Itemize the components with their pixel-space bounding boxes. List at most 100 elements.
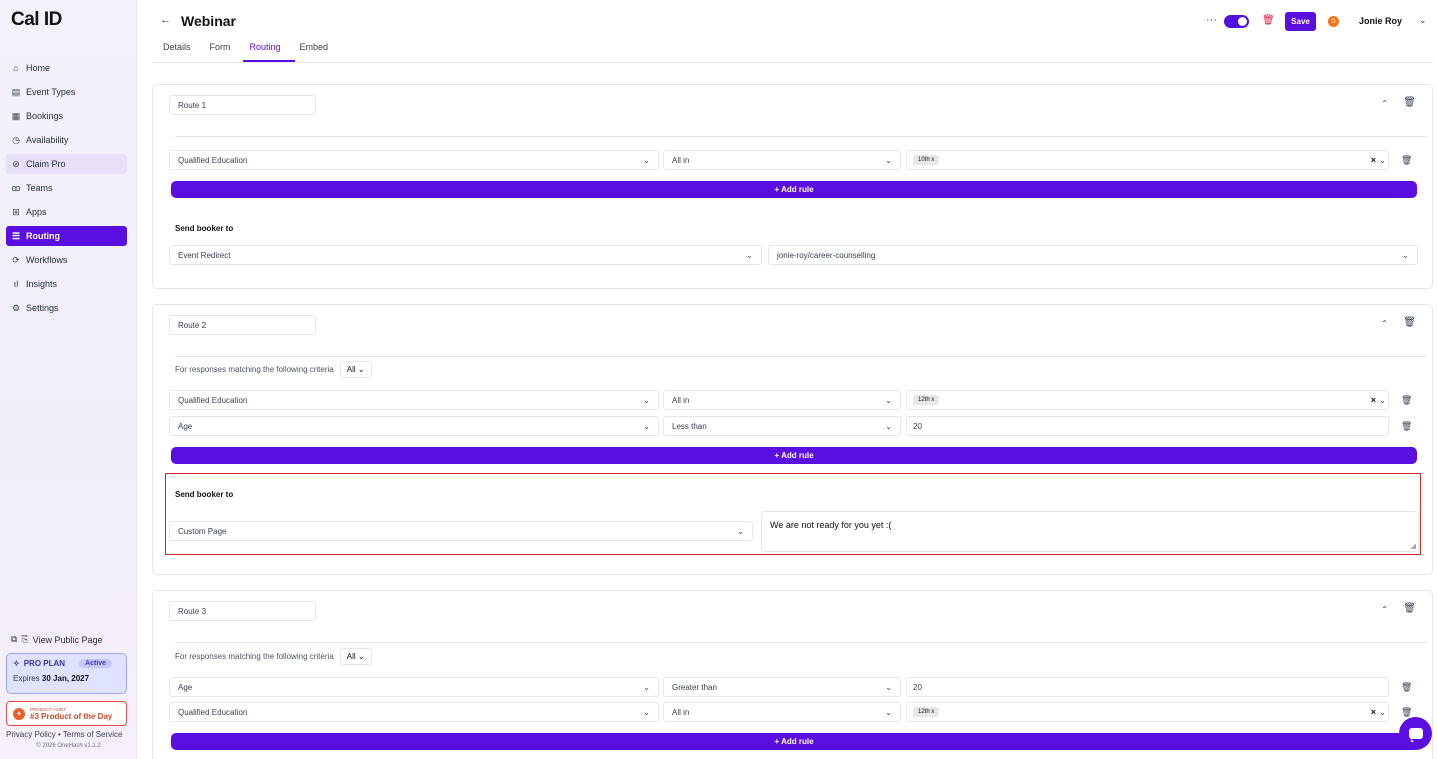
sidebar-item-bookings[interactable]: ▦ Bookings [6,106,127,126]
delete-rule-icon[interactable]: 🗑︎ [1401,395,1412,406]
tabs: Details Form Routing Embed [163,42,347,52]
tab-details[interactable]: Details [163,42,191,52]
tab-routing[interactable]: Routing [250,42,281,52]
resize-handle-icon[interactable]: ◢ [1411,542,1416,550]
route-card-1: Route 1 ⌃ 🗑︎ Qualified Education ⌄ All in… [152,84,1433,289]
criteria-row: For responses matching the following cri… [175,648,372,665]
value-chip[interactable]: 12th x [913,395,940,405]
add-rule-button[interactable]: + Add rule [171,181,1417,198]
chevron-down-icon[interactable]: ⌄ [1379,708,1386,717]
send-type-select[interactable]: Custom Page ⌄ [169,521,753,541]
avatar[interactable]: G [1328,16,1339,27]
plan-status-badge: Active [79,659,113,668]
clear-icon[interactable]: × [1371,155,1376,165]
custom-message-textarea[interactable]: We are not ready for you yet :(◢ [761,511,1419,552]
sparkle-icon: ✧ [13,659,20,668]
sidebar: Cal ID ⌂ Home ▤ Event Types ▦ Bookings ◷ Ava… [0,0,137,759]
chat-support-button[interactable] [1399,717,1432,750]
delete-rule-icon[interactable]: 🗑︎ [1401,155,1412,166]
clear-icon[interactable]: × [1371,395,1376,405]
chevron-up-icon[interactable]: ⌃ [1381,605,1388,614]
delete-rule-icon[interactable]: 🗑︎ [1401,682,1412,693]
delete-form-icon[interactable]: 🗑︎ [1262,15,1275,26]
send-booker-title: Send booker to [175,490,234,499]
route-name-input[interactable]: Route 1 [169,95,316,115]
rule-operator-select[interactable]: All in ⌄ [663,390,901,410]
sidebar-item-routing[interactable]: ☰ Routing [6,226,127,246]
plan-expiry-date: 30 Jan, 2027 [41,674,90,683]
enabled-toggle[interactable] [1224,15,1249,28]
rule-value-input[interactable]: 20 [906,416,1389,436]
sidebar-item-workflows[interactable]: ⟳ Workflows [6,250,127,270]
delete-rule-icon[interactable]: 🗑︎ [1401,707,1412,718]
rule-field-select[interactable]: Age ⌄ [169,677,659,697]
clear-icon[interactable]: × [1371,707,1376,717]
sidebar-item-availability[interactable]: ◷ Availability [6,130,127,150]
product-hunt-badge[interactable]: ✦ PRODUCT HUNT #3 Product of the Day [6,701,127,726]
match-all-select[interactable]: All ⌄ [339,361,372,378]
trash-icon[interactable]: 🗑︎ [1403,603,1416,614]
page-title: Webinar [181,13,236,29]
home-icon: ⌂ [13,63,19,73]
user-name[interactable]: Jonie Roy [1359,16,1402,26]
footer-links[interactable]: Privacy Policy • Terms of Service [6,730,122,739]
add-rule-button[interactable]: + Add rule [171,447,1417,464]
delete-rule-icon[interactable]: 🗑︎ [1401,421,1412,432]
rule-value-input[interactable]: 20 [906,677,1389,697]
back-arrow-icon[interactable]: ← [160,14,171,26]
tab-embed[interactable]: Embed [300,42,329,52]
save-button[interactable]: Save [1285,12,1316,31]
sidebar-item-claim-pro[interactable]: ⊘ Claim Pro [6,154,127,174]
more-options-icon[interactable]: ··· [1206,14,1217,26]
chevron-down-icon: ⌄ [643,682,650,692]
rule-operator-select[interactable]: Greater than ⌄ [663,677,901,697]
rule-field-select[interactable]: Age ⌄ [169,416,659,436]
pro-plan-card[interactable]: ✧ PRO PLAN Active Expires 30 Jan, 2027 [6,653,127,694]
rule-operator-select[interactable]: Less than ⌄ [663,416,901,436]
route-name-input[interactable]: Route 3 [169,601,316,621]
chevron-down-icon[interactable]: ⌄ [1379,396,1386,405]
rule-value-multiselect[interactable]: 12th x × ⌄ [906,702,1389,722]
trash-icon[interactable]: 🗑︎ [1403,97,1416,108]
tab-form[interactable]: Form [210,42,231,52]
add-rule-button[interactable]: + Add rule [171,733,1417,750]
rule-field-select[interactable]: Qualified Education ⌄ [169,702,659,722]
chevron-down-icon: ⌄ [885,155,892,165]
chevron-down-icon: ⌄ [643,395,650,405]
sidebar-item-teams[interactable]: ꝏ Teams [6,178,127,198]
sidebar-item-event-types[interactable]: ▤ Event Types [6,82,127,102]
chevron-down-icon: ⌄ [357,365,365,374]
value-chip[interactable]: 10th x [913,155,940,165]
trash-icon[interactable]: 🗑︎ [1403,317,1416,328]
workflows-icon: ⟳ [12,254,20,265]
clock-icon: ◷ [12,134,20,145]
rule-field-select[interactable]: Qualified Education ⌄ [169,390,659,410]
external-link-icon: ⧉ [11,634,18,644]
medal-icon: ✦ [13,707,25,720]
chevron-up-icon[interactable]: ⌃ [1381,319,1388,328]
chevron-down-icon[interactable]: ⌄ [1419,15,1427,26]
sidebar-item-home[interactable]: ⌂ Home [6,58,127,78]
divider [175,356,1427,357]
app-logo[interactable]: Cal ID [11,9,62,31]
sidebar-item-insights[interactable]: ıl Insights [6,274,127,294]
rule-value-multiselect[interactable]: 12th x × ⌄ [906,390,1389,410]
chevron-up-icon[interactable]: ⌃ [1381,99,1388,108]
rule-value-multiselect[interactable]: 10th x × ⌄ [906,150,1389,170]
rule-operator-select[interactable]: All in ⌄ [663,702,901,722]
chevron-down-icon[interactable]: ⌄ [1379,156,1386,165]
routing-icon: ☰ [11,230,21,241]
sidebar-item-apps[interactable]: ⊞ Apps [6,202,127,222]
route-name-input[interactable]: Route 2 [169,315,316,335]
chevron-down-icon: ⌄ [885,707,892,717]
rule-field-select[interactable]: Qualified Education ⌄ [169,150,659,170]
copyright: © 2026 OneHash v1.1.2 [36,743,101,749]
value-chip[interactable]: 12th x [913,707,940,717]
view-public-page-link[interactable]: ⧉ ⎘ View Public Page [11,634,103,645]
calendar-icon: ▦ [11,110,21,121]
send-type-select[interactable]: Event Redirect ⌄ [169,245,762,265]
redirect-event-select[interactable]: jonie-roy/career-counselling ⌄ [768,245,1418,265]
rule-operator-select[interactable]: All in ⌄ [663,150,901,170]
sidebar-item-settings[interactable]: ⚙ Settings [6,298,127,318]
match-all-select[interactable]: All ⌄ [339,648,372,665]
